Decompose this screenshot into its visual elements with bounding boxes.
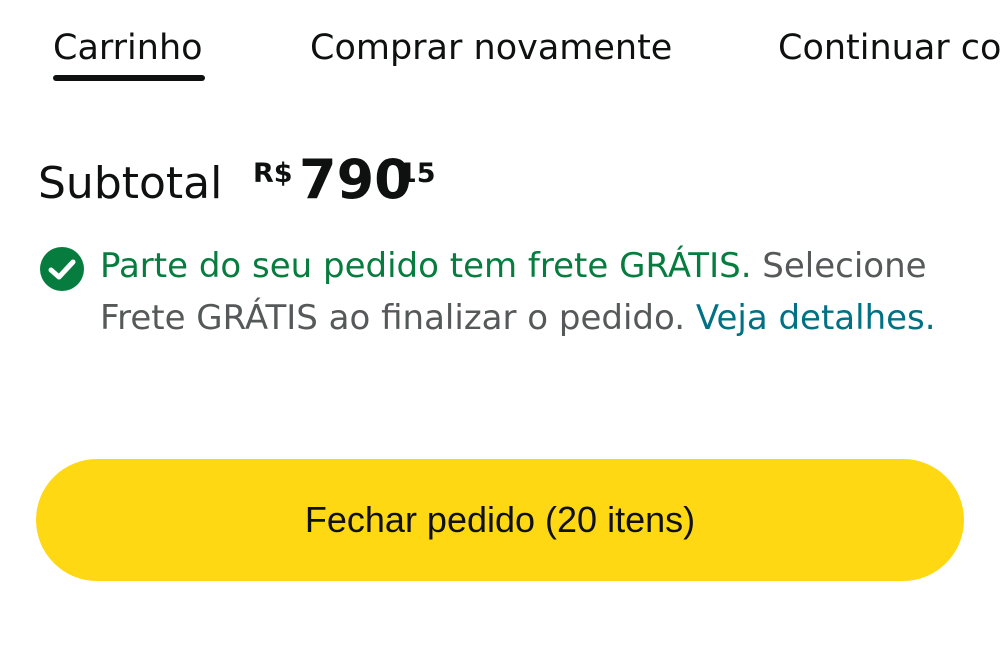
shipping-message: Parte do seu pedido tem frete GRÁTIS. Se…: [100, 240, 1000, 344]
see-details-link[interactable]: Veja detalhes.: [696, 298, 936, 338]
cart-tabs: Carrinho Comprar novamente Continuar co: [0, 0, 1000, 100]
price-whole: 790: [299, 148, 412, 211]
price-fraction: 15: [398, 158, 436, 189]
subtotal-label: Subtotal: [38, 158, 223, 209]
tab-cart[interactable]: Carrinho: [53, 26, 203, 70]
checkout-button-label: Fechar pedido (20 itens): [304, 499, 696, 540]
checkout-button[interactable]: Fechar pedido (20 itens): [36, 459, 964, 581]
free-shipping-message: Parte do seu pedido tem frete GRÁTIS.: [100, 246, 752, 286]
tab-buy-again[interactable]: Comprar novamente: [310, 26, 672, 70]
tab-continue-shopping[interactable]: Continuar co: [778, 26, 1000, 70]
check-circle-icon: [40, 247, 84, 291]
selected-tab-indicator: [53, 75, 205, 81]
currency-symbol: R$: [253, 158, 293, 189]
